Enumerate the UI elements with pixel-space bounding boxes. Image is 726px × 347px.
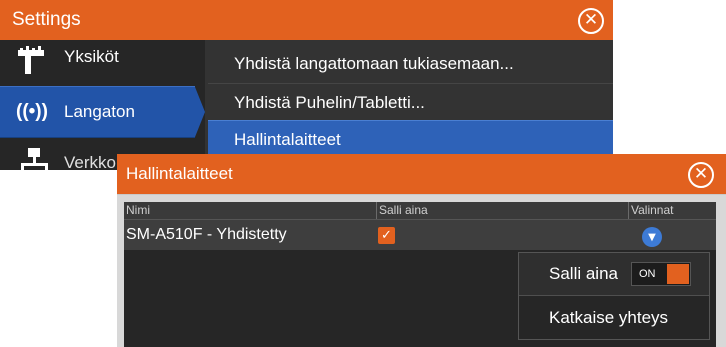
sidebar-item-label: Yksiköt (64, 47, 119, 66)
toggle-state-label: ON (639, 268, 656, 280)
table-header: Nimi Salli aina Valinnat (124, 202, 716, 220)
allow-always-toggle[interactable]: ON (631, 262, 691, 286)
allow-always-checkbox[interactable]: ✓ (378, 227, 395, 244)
list-item-label: Yhdistä langattomaan tukiasemaan... (234, 54, 514, 73)
list-item-connect-phone-tablet[interactable]: Yhdistä Puhelin/Tabletti... (208, 84, 613, 123)
column-header-allow-always: Salli aina (376, 202, 629, 219)
menu-item-label: Katkaise yhteys (549, 308, 669, 327)
settings-window: Settings ✕ Yksiköt ((•)) Langaton Verkko… (0, 0, 613, 170)
menu-item-disconnect[interactable]: Katkaise yhteys (519, 296, 709, 339)
close-icon[interactable]: ✕ (688, 162, 714, 188)
column-header-options: Valinnat (628, 202, 717, 219)
column-header-name: Nimi (126, 203, 150, 217)
sidebar-item-label: Verkko (64, 153, 116, 170)
units-ruler-icon (16, 40, 52, 74)
list-item-label: Yhdistä Puhelin/Tabletti... (234, 93, 425, 112)
dialog-titlebar: Hallintalaitteet ✕ (117, 154, 726, 195)
settings-sidebar: Yksiköt ((•)) Langaton Verkko (0, 40, 205, 170)
settings-titlebar: Settings ✕ (0, 0, 613, 40)
settings-title: Settings (12, 9, 81, 30)
dialog-title: Hallintalaitteet (126, 164, 233, 183)
chevron-down-icon[interactable]: ▼ (642, 227, 662, 247)
toggle-knob (667, 264, 689, 284)
device-options-menu: Salli aina ON Katkaise yhteys (518, 252, 710, 340)
wireless-settings-list: Yhdistä langattomaan tukiasemaan... Yhdi… (205, 40, 613, 170)
network-icon (16, 138, 52, 170)
menu-item-allow-always[interactable]: Salli aina ON (519, 253, 709, 296)
list-item-connect-access-point[interactable]: Yhdistä langattomaan tukiasemaan... (208, 45, 613, 84)
sidebar-item-label: Langaton (64, 102, 135, 121)
sidebar-item-yksikot[interactable]: Yksiköt (0, 40, 205, 82)
menu-item-label: Salli aina (549, 264, 618, 283)
wireless-icon: ((•)) (16, 101, 48, 122)
table-row[interactable]: SM-A510F - Yhdistetty ✓ ▼ (124, 220, 716, 250)
close-icon[interactable]: ✕ (578, 8, 604, 34)
device-name: SM-A510F - Yhdistetty (126, 226, 287, 243)
sidebar-item-langaton[interactable]: ((•)) Langaton (0, 86, 205, 138)
